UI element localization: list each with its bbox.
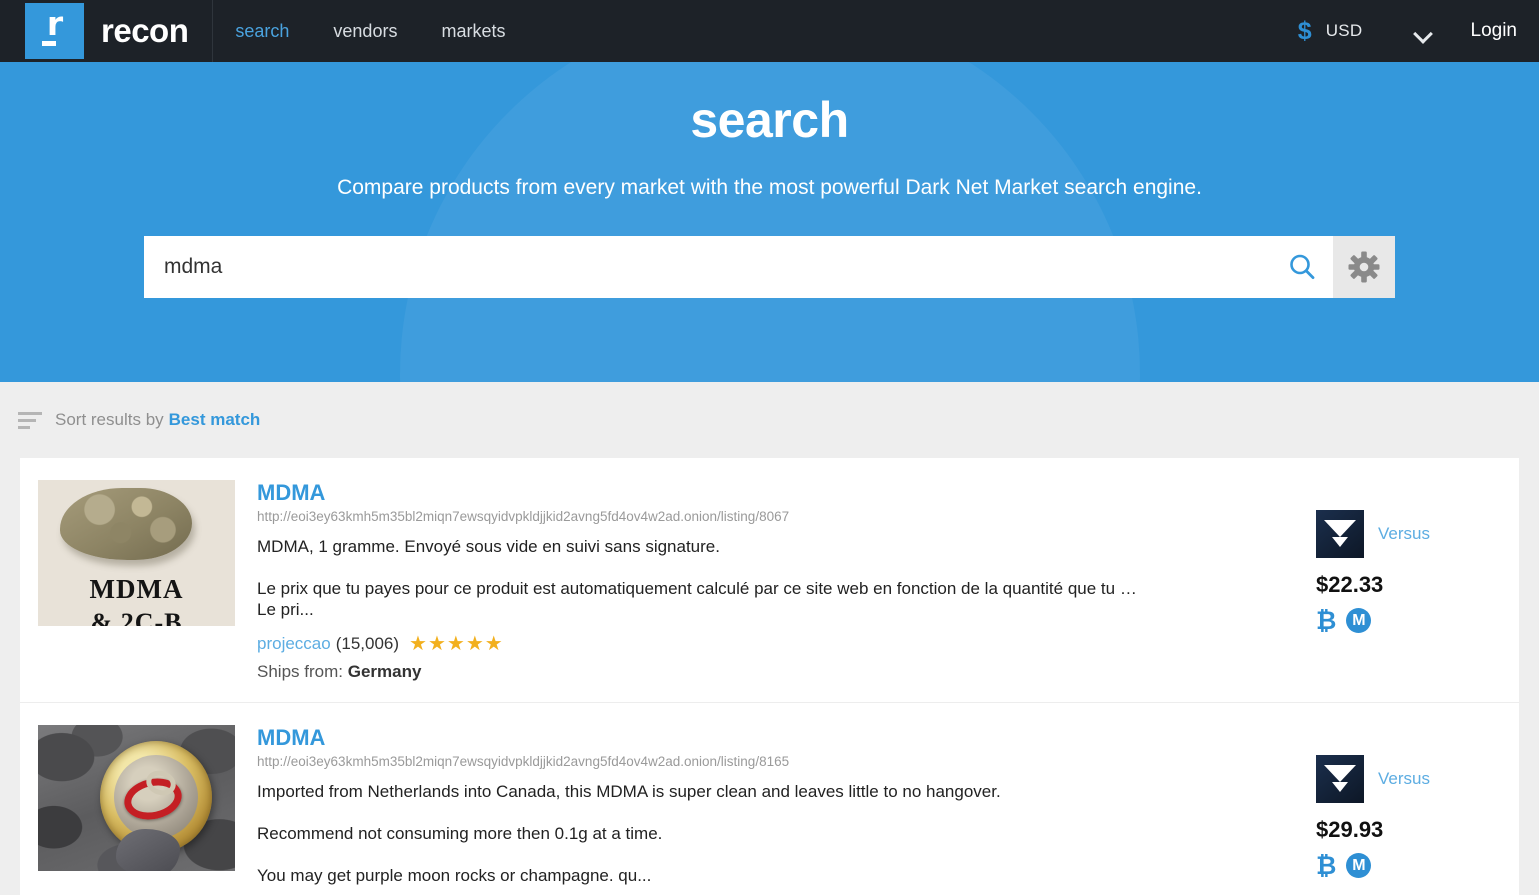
result-side-panel: Versus $29.93 ₿ M: [1316, 725, 1501, 895]
accepted-coins: ₿ M: [1316, 853, 1501, 878]
versus-v-upper: [1324, 765, 1356, 782]
versus-logo-icon[interactable]: [1316, 510, 1364, 558]
vendor-review-count: (15,006): [335, 634, 400, 653]
page-subtitle: Compare products from every market with …: [337, 176, 1202, 199]
market-row: Versus: [1316, 755, 1501, 803]
search-settings-button[interactable]: [1333, 236, 1395, 298]
nav-item-markets[interactable]: markets: [419, 0, 527, 62]
crystal-rock-shape: [60, 488, 192, 560]
result-thumbnail[interactable]: [38, 725, 235, 895]
brand-home-link[interactable]: r recon: [0, 0, 189, 62]
page-title: search: [690, 92, 849, 148]
result-description: Imported from Netherlands into Canada, t…: [257, 782, 1001, 885]
result-body: MDMA http://eoi3ey63kmh5m35bl2miqn7ewsqy…: [257, 725, 1316, 895]
results-region: MDMA & 2C-B MDMA http://eoi3ey63kmh5m35b…: [0, 458, 1539, 895]
hero-section: search Compare products from every marke…: [0, 62, 1539, 382]
versus-logo-icon[interactable]: [1316, 755, 1364, 803]
result-price: $29.93: [1316, 817, 1384, 842]
result-body: MDMA http://eoi3ey63kmh5m35bl2miqn7ewsqy…: [257, 480, 1316, 682]
result-item[interactable]: MDMA & 2C-B MDMA http://eoi3ey63kmh5m35b…: [20, 458, 1519, 702]
result-url[interactable]: http://eoi3ey63kmh5m35bl2miqn7ewsqyidvpk…: [257, 754, 1302, 769]
top-navigation-bar: r recon search vendors markets $ USD Log…: [0, 0, 1539, 62]
search-input[interactable]: [144, 236, 1271, 298]
result-title-link[interactable]: MDMA: [257, 480, 325, 506]
bitcoin-icon: ₿: [1316, 851, 1337, 880]
monero-icon: M: [1346, 853, 1372, 878]
market-link[interactable]: Versus: [1378, 524, 1430, 544]
logo-dash: [42, 41, 56, 46]
result-thumbnail[interactable]: MDMA & 2C-B: [38, 480, 235, 682]
bitcoin-icon: ₿: [1316, 606, 1337, 635]
market-link[interactable]: Versus: [1378, 769, 1430, 789]
accepted-coins: ₿ M: [1316, 608, 1501, 633]
versus-v-lower: [1332, 537, 1348, 547]
sort-label: Sort results by: [55, 410, 164, 429]
sort-value-dropdown[interactable]: Best match: [169, 410, 261, 430]
brand-name: recon: [101, 12, 189, 49]
search-bar: [144, 236, 1395, 298]
search-submit-button[interactable]: [1271, 236, 1333, 298]
monero-icon: M: [1346, 608, 1372, 633]
sort-bar: Sort results by Best match: [0, 382, 1539, 458]
rating-stars: ★★★★★: [409, 633, 504, 655]
result-description: MDMA, 1 gramme. Envoyé sous vide en suiv…: [257, 537, 1137, 619]
product-thumbnail-can-lid: [38, 725, 235, 871]
ships-from-row: Ships from: Germany: [257, 662, 1302, 682]
foreground-rock-shape: [116, 829, 180, 871]
sort-icon[interactable]: [18, 411, 42, 429]
login-link[interactable]: Login: [1471, 20, 1518, 42]
search-icon: [1290, 254, 1315, 280]
currency-code-label[interactable]: USD: [1326, 21, 1363, 41]
result-item[interactable]: MDMA http://eoi3ey63kmh5m35bl2miqn7ewsqy…: [20, 702, 1519, 895]
ships-from-country: Germany: [347, 662, 422, 681]
nav-item-vendors[interactable]: vendors: [311, 0, 419, 62]
versus-v-lower: [1332, 782, 1348, 792]
results-list: MDMA & 2C-B MDMA http://eoi3ey63kmh5m35b…: [20, 458, 1519, 895]
result-title-link[interactable]: MDMA: [257, 725, 325, 751]
gear-icon: [1348, 251, 1380, 283]
hero-content: search Compare products from every marke…: [0, 62, 1539, 200]
product-thumbnail-mdma-rock: MDMA & 2C-B: [38, 480, 235, 626]
thumbnail-caption-line2: & 2C-B: [90, 608, 183, 626]
dollar-icon: $: [1297, 16, 1312, 45]
market-row: Versus: [1316, 510, 1501, 558]
ships-from-label: Ships from:: [257, 662, 343, 681]
versus-v-upper: [1324, 520, 1356, 537]
thumbnail-caption-line1: MDMA: [89, 574, 184, 604]
nav-right-group: $ USD Login: [1298, 0, 1539, 62]
result-side-panel: Versus $22.33 ₿ M: [1316, 480, 1501, 682]
result-price: $22.33: [1316, 572, 1384, 597]
nav-item-search[interactable]: search: [213, 0, 311, 62]
nav-links: search vendors markets: [213, 0, 527, 62]
chevron-down-icon[interactable]: [1415, 27, 1431, 36]
vendor-row: projeccao (15,006) ★★★★★: [257, 634, 1302, 654]
vendor-link[interactable]: projeccao: [257, 634, 331, 654]
logo-letter: r: [46, 4, 63, 43]
result-url[interactable]: http://eoi3ey63kmh5m35bl2miqn7ewsqyidvpk…: [257, 509, 1302, 524]
recon-logo-icon: r: [25, 3, 84, 59]
